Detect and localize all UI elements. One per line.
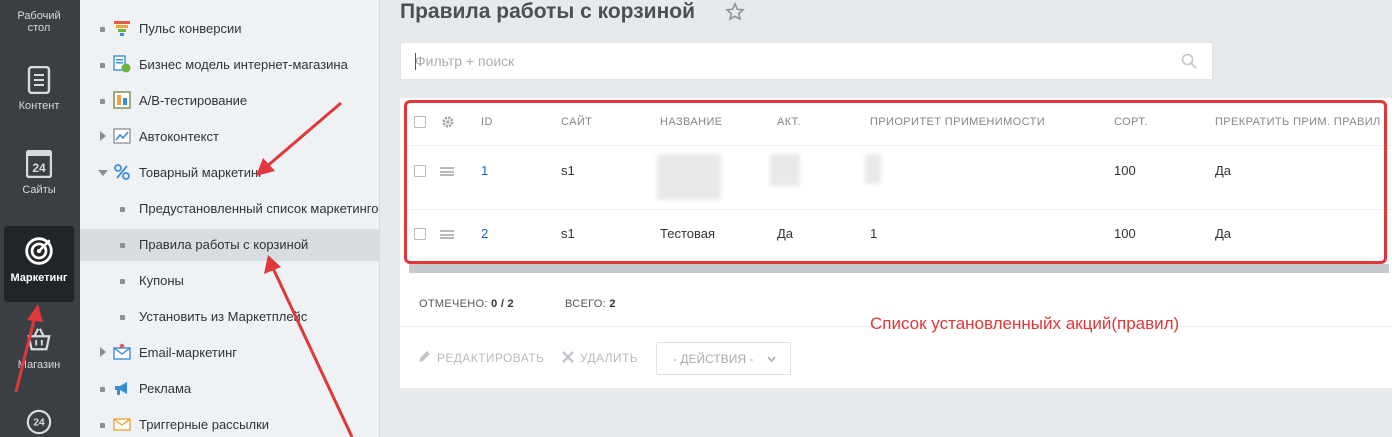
bullet (120, 279, 125, 284)
menu-item-business-model[interactable]: Бизнес модель интернет-магазина (80, 49, 379, 81)
marketing-menu: Пульс конверсии Бизнес модель интернет-м… (80, 0, 380, 437)
email-marketing-icon (113, 343, 131, 360)
star-icon[interactable] (725, 2, 745, 22)
text-caret (415, 53, 416, 70)
menu-item-conversion-pulse[interactable]: Пульс конверсии (80, 13, 379, 45)
annotation-highlight-box (404, 100, 1387, 264)
menu-label: Реклама (139, 381, 192, 396)
menu-label: Триггерные рассылки (139, 417, 270, 432)
menu-label: А/В-тестирование (139, 93, 248, 108)
app-marketing-label: Маркетинг (10, 272, 68, 284)
svg-text:24: 24 (32, 161, 46, 175)
pencil-icon (419, 351, 430, 362)
app-sidebar: Рабочий стол Контент 24 Сайты Маркетинг (0, 0, 80, 437)
menu-item-coupons[interactable]: Купоны (80, 265, 379, 297)
horizontal-scrollbar[interactable] (409, 264, 1389, 273)
menu-label: Купоны (139, 273, 184, 288)
menu-label: Товарный маркетинг (139, 165, 263, 180)
bullet (100, 387, 105, 392)
expand-arrow-icon[interactable] (100, 131, 106, 141)
total-value: 2 (609, 298, 616, 310)
menu-item-email-marketing[interactable]: Email-маркетинг (80, 337, 379, 369)
app-marketing[interactable]: Маркетинг (4, 226, 74, 302)
target-icon (25, 237, 53, 265)
megaphone-icon (115, 382, 127, 395)
close-icon (562, 351, 574, 363)
menu-item-trigger-mailing[interactable]: Триггерные рассылки (80, 409, 379, 437)
menu-item-cart-rules[interactable]: Правила работы с корзиной (80, 229, 379, 261)
delete-button[interactable]: УДАЛИТЬ (580, 351, 638, 365)
app-shop-label: Магазин (17, 359, 61, 371)
search-input[interactable] (415, 53, 1155, 69)
bullet (100, 99, 105, 104)
expand-arrow-icon[interactable] (100, 347, 106, 357)
chevron-down-icon (767, 356, 776, 362)
filter-search-box[interactable] (400, 42, 1213, 80)
app-content[interactable]: Контент (4, 66, 74, 112)
rules-grid-panel: ID САЙТ НАЗВАНИЕ АКТ. ПРИОРИТЕТ ПРИМЕНИМ… (400, 98, 1392, 388)
menu-label: Пульс конверсии (139, 21, 242, 36)
selected-value: 0 / 2 (491, 298, 514, 310)
funnel-icon (114, 21, 130, 36)
main-content: Правила работы с корзиной ID САЙТ НАЗВАН… (380, 0, 1392, 437)
envelope-icon (113, 418, 131, 431)
calendar-24-icon: 24 (26, 150, 52, 178)
menu-label: Бизнес модель интернет-магазина (139, 57, 348, 72)
actions-dropdown[interactable]: - ДЕЙСТВИЯ - (656, 342, 791, 375)
app-bitrix24[interactable]: 24 (4, 408, 74, 437)
app-content-label: Контент (18, 100, 60, 112)
collapse-arrow-icon[interactable] (98, 170, 108, 176)
svg-text:24: 24 (33, 418, 45, 429)
total-count: ВСЕГО: 2 (565, 298, 616, 310)
bullet (100, 423, 105, 428)
app-sites-label: Сайты (22, 184, 56, 196)
app-desktop-label: Рабочий (17, 10, 61, 22)
actions-dropdown-label: - ДЕЙСТВИЯ - (673, 352, 754, 366)
menu-item-autocontext[interactable]: Автоконтекст (80, 121, 379, 153)
menu-item-preset-marketing-list[interactable]: Предустановленный список маркетинго (80, 193, 379, 225)
menu-item-advertising[interactable]: Реклама (80, 373, 379, 405)
menu-item-product-marketing[interactable]: Товарный маркетинг (80, 157, 379, 189)
edit-button[interactable]: РЕДАКТИРОВАТЬ (437, 351, 544, 365)
basket-icon (27, 328, 51, 351)
percent-icon (114, 164, 130, 180)
app-desktop-label-2: стол (27, 22, 51, 34)
menu-label: Предустановленный список маркетинго (139, 201, 379, 216)
menu-label: Установить из Маркетплейс (139, 309, 308, 324)
total-label: ВСЕГО: (565, 298, 607, 310)
bullet (120, 315, 125, 320)
annotation-caption: Список установленныйх акций(правил) (870, 314, 1180, 333)
menu-label: Email-маркетинг (139, 345, 238, 360)
menu-item-ab-testing[interactable]: А/В-тестирование (80, 85, 379, 117)
bullet (120, 207, 125, 212)
app-sites[interactable]: 24 Сайты (4, 150, 74, 196)
bullet (120, 243, 125, 248)
chart-icon (113, 128, 131, 144)
document-icon (27, 66, 51, 94)
app-desktop[interactable]: Рабочий стол (4, 10, 74, 34)
business-model-icon (113, 55, 131, 73)
bullet (100, 27, 105, 32)
menu-label: Правила работы с корзиной (139, 237, 309, 252)
search-icon[interactable] (1181, 53, 1197, 69)
selected-count: ОТМЕЧЕНО: 0 / 2 (419, 298, 514, 310)
bitrix24-icon: 24 (26, 409, 52, 435)
app-shop[interactable]: Магазин (4, 325, 74, 371)
page-title: Правила работы с корзиной (400, 0, 696, 23)
ab-test-icon (113, 91, 131, 109)
menu-label: Автоконтекст (139, 129, 219, 144)
selected-label: ОТМЕЧЕНО: (419, 298, 488, 310)
bullet (100, 63, 105, 68)
menu-item-marketplace-install[interactable]: Установить из Маркетплейс (80, 301, 379, 333)
